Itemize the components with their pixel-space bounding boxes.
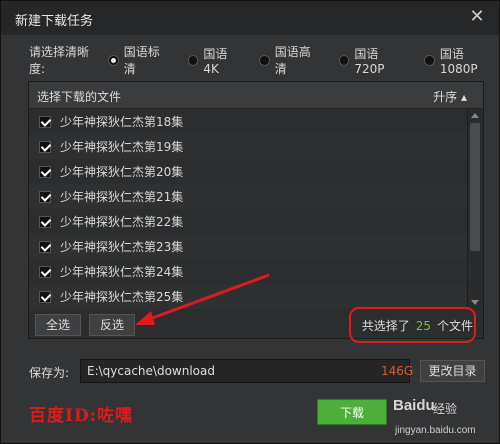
invert-selection-button[interactable]: 反选 xyxy=(89,314,135,336)
quality-option-hd[interactable]: 国语高清 xyxy=(259,43,321,77)
checkbox-checked-icon[interactable] xyxy=(39,290,51,303)
user-watermark: 百度ID:咗嘿 xyxy=(29,406,133,426)
quality-option-standard[interactable]: 国语标清 xyxy=(108,43,170,77)
save-path-label: 保存为: xyxy=(29,366,70,380)
checkbox-checked-icon[interactable] xyxy=(39,165,51,178)
dialog-title: 新建下载任务 xyxy=(15,14,94,29)
sort-ascending-button[interactable]: 升序 ▴ xyxy=(433,88,467,105)
arrow-head xyxy=(135,311,155,325)
scrollbar-thumb[interactable] xyxy=(470,123,480,251)
quality-option-720p[interactable]: 国语720P xyxy=(338,45,406,76)
radio-icon xyxy=(424,54,435,66)
list-item[interactable]: 少年神探狄仁杰第20集 xyxy=(29,159,467,184)
radio-icon xyxy=(187,54,199,66)
list-item[interactable]: 少年神探狄仁杰第19集 xyxy=(29,134,467,159)
quality-option-label: 国语1080P xyxy=(439,46,478,76)
checkbox-checked-icon[interactable] xyxy=(39,115,51,128)
quality-option-label: 国语720P xyxy=(354,46,385,76)
radio-icon xyxy=(108,54,119,66)
checkbox-checked-icon[interactable] xyxy=(39,240,51,253)
file-name: 少年神探狄仁杰第19集 xyxy=(60,140,184,154)
baidu-sub: 经验 xyxy=(433,402,458,416)
checkbox-checked-icon[interactable] xyxy=(39,190,51,203)
scroll-up-icon[interactable] xyxy=(471,113,479,118)
radio-icon xyxy=(338,54,350,66)
radio-icon xyxy=(259,54,270,66)
file-list-scrollbar[interactable] xyxy=(467,109,483,309)
file-name: 少年神探狄仁杰第18集 xyxy=(60,115,184,129)
file-list-header: 选择下载的文件 升序 ▴ xyxy=(29,82,483,109)
annotation-arrow xyxy=(135,273,270,325)
save-path-input[interactable] xyxy=(80,359,410,383)
baidu-jingyan-watermark: Baidu 经验 jingyan.baidu.com xyxy=(391,393,499,443)
file-name: 少年神探狄仁杰第20集 xyxy=(60,165,184,179)
quality-option-label: 国语4K xyxy=(203,46,228,76)
quality-option-4k[interactable]: 国语4K xyxy=(187,45,241,76)
checkbox-checked-icon[interactable] xyxy=(39,215,51,228)
close-icon[interactable]: ✕ xyxy=(467,7,487,27)
checkbox-checked-icon[interactable] xyxy=(39,140,51,153)
file-name: 少年神探狄仁杰第21集 xyxy=(60,190,184,204)
quality-option-label: 国语高清 xyxy=(274,45,311,76)
title-bar: 新建下载任务 ✕ xyxy=(1,1,499,35)
checkbox-checked-icon[interactable] xyxy=(39,265,51,278)
file-name: 少年神探狄仁杰第22集 xyxy=(60,215,184,229)
quality-label: 请选择清晰度: xyxy=(29,45,90,76)
quality-selector: 请选择清晰度: 国语标清 国语4K 国语高清 国语720P 国语1080P xyxy=(29,45,499,76)
list-item[interactable]: 少年神探狄仁杰第21集 xyxy=(29,184,467,209)
download-button[interactable]: 下载 xyxy=(317,399,387,425)
change-directory-button[interactable]: 更改目录 xyxy=(420,360,485,382)
baidu-url: jingyan.baidu.com xyxy=(395,425,476,436)
list-item[interactable]: 少年神探狄仁杰第23集 xyxy=(29,234,467,259)
arrow-shaft xyxy=(146,273,270,322)
file-name: 少年神探狄仁杰第23集 xyxy=(60,240,184,254)
download-task-dialog: 新建下载任务 ✕ 请选择清晰度: 国语标清 国语4K 国语高清 国语720P 国… xyxy=(0,0,500,444)
quality-option-label: 国语标清 xyxy=(123,45,160,76)
scroll-down-icon[interactable] xyxy=(471,300,479,305)
select-all-button[interactable]: 全选 xyxy=(35,314,81,336)
file-list-title: 选择下载的文件 xyxy=(37,90,122,104)
annotation-highlight-box xyxy=(349,307,476,343)
list-item[interactable]: 少年神探狄仁杰第18集 xyxy=(29,109,467,134)
quality-option-1080p[interactable]: 国语1080P xyxy=(424,45,499,76)
free-space: 146G xyxy=(381,364,414,378)
list-item[interactable]: 少年神探狄仁杰第22集 xyxy=(29,209,467,234)
baidu-logo: Baidu xyxy=(393,397,435,414)
